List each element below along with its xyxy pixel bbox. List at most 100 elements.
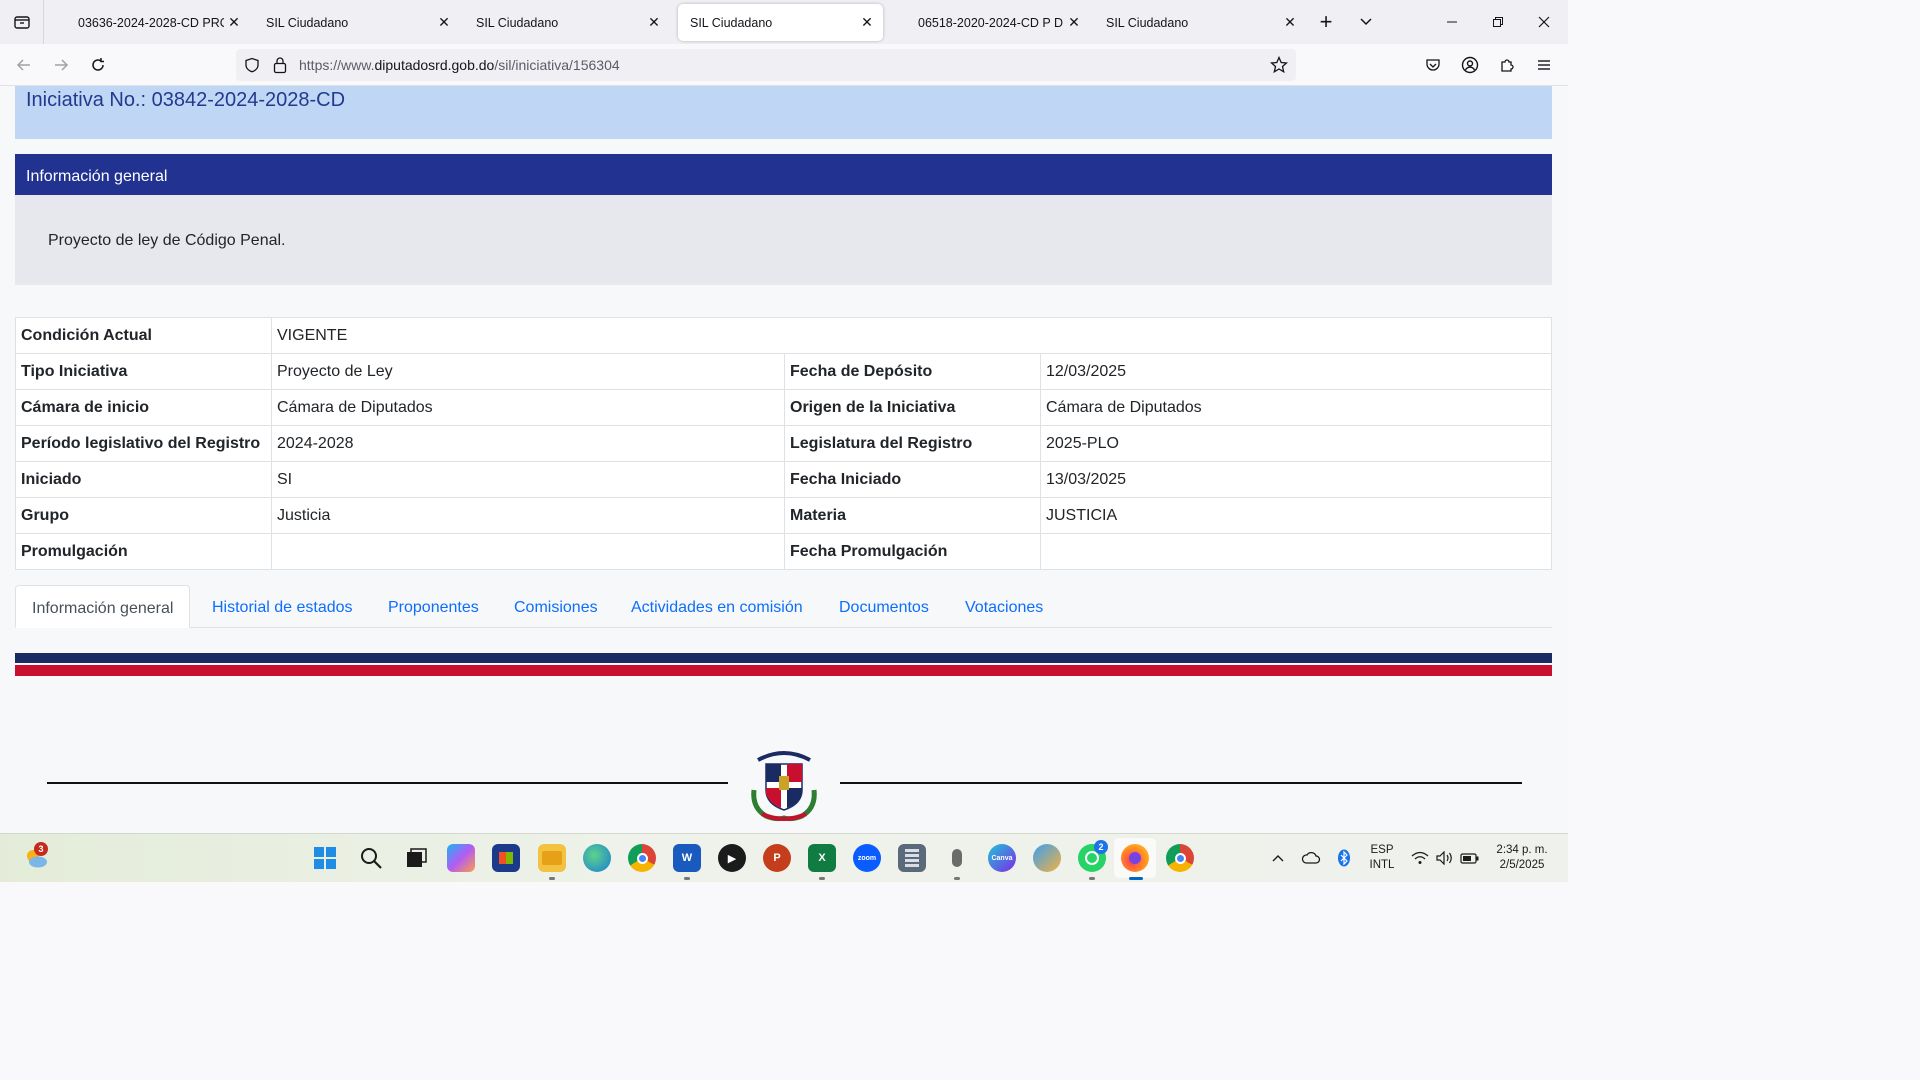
- canva-app[interactable]: Canva: [988, 844, 1016, 872]
- account-button[interactable]: [1456, 51, 1484, 79]
- onedrive-button[interactable]: [1297, 844, 1325, 872]
- running-indicator: [549, 877, 555, 880]
- show-hidden-icons-button[interactable]: [1264, 844, 1292, 872]
- edge-app[interactable]: [583, 844, 611, 872]
- chrome-app[interactable]: [628, 844, 656, 872]
- excel-app[interactable]: X: [808, 844, 836, 872]
- paint-app[interactable]: [1033, 844, 1061, 872]
- close-icon[interactable]: ✕: [644, 13, 664, 33]
- footer-divider-right: [840, 782, 1522, 784]
- clock[interactable]: 2:34 p. m. 2/5/2025: [1488, 843, 1556, 873]
- close-icon[interactable]: ✕: [224, 13, 244, 33]
- firefox-icon: [1129, 852, 1141, 864]
- star-bookmark-icon[interactable]: [1270, 56, 1288, 74]
- tab-documentos[interactable]: Documentos: [839, 585, 929, 628]
- menu-button[interactable]: [1530, 51, 1558, 79]
- chrome-profile-app[interactable]: [1166, 844, 1194, 872]
- task-view-button[interactable]: [402, 844, 430, 872]
- reload-icon: [92, 58, 104, 71]
- tab-informacion-general[interactable]: Información general: [15, 585, 191, 628]
- tab-actividades-en-comision[interactable]: Actividades en comisión: [631, 585, 803, 628]
- minimize-button[interactable]: [1429, 0, 1475, 44]
- tab-list-button[interactable]: [0, 0, 44, 44]
- browser-tab-3[interactable]: SIL Ciudadano ✕: [464, 4, 670, 41]
- file-explorer-app[interactable]: [538, 844, 566, 872]
- voice-recorder-app[interactable]: [943, 844, 971, 872]
- web-page: Iniciativa No.: 03842-2024-2028-CD Infor…: [0, 86, 1568, 833]
- close-icon[interactable]: ✕: [434, 13, 454, 33]
- browser-nav-bar: https://www.diputadosrd.gob.do/sil/inici…: [0, 44, 1568, 86]
- search-button[interactable]: [357, 844, 385, 872]
- language-primary: ESP: [1370, 844, 1394, 856]
- browser-tab-2[interactable]: SIL Ciudadano ✕: [254, 4, 460, 41]
- firefox-app[interactable]: [1121, 844, 1149, 872]
- lock-icon[interactable]: [272, 56, 288, 74]
- field-label: Fecha de Depósito: [784, 353, 1041, 390]
- media-player-app[interactable]: ▶: [718, 844, 746, 872]
- language-secondary: INTL: [1369, 859, 1395, 871]
- calculator-icon: [905, 849, 919, 867]
- network-button[interactable]: [1406, 844, 1434, 872]
- tab-comisiones[interactable]: Comisiones: [514, 585, 598, 628]
- field-value: 12/03/2025: [1040, 353, 1552, 390]
- browser-tab-5[interactable]: 06518-2020-2024-CD P DEPORTE ✕: [906, 4, 1090, 41]
- initiative-description: Proyecto de ley de Código Penal.: [48, 232, 286, 249]
- field-value: 13/03/2025: [1040, 461, 1552, 498]
- pocket-button[interactable]: [1419, 51, 1447, 79]
- close-window-button[interactable]: [1521, 0, 1567, 44]
- bluetooth-button[interactable]: [1330, 844, 1358, 872]
- zoom-app[interactable]: zoom: [853, 844, 881, 872]
- table-row: Grupo Justicia Materia JUSTICIA: [15, 497, 1552, 534]
- back-button[interactable]: [10, 51, 38, 79]
- store-app[interactable]: [492, 844, 520, 872]
- battery-button[interactable]: [1456, 844, 1484, 872]
- copilot-app[interactable]: [447, 844, 475, 872]
- clock-time: 2:34 p. m.: [1496, 844, 1548, 856]
- search-icon: [361, 848, 382, 869]
- tab-title: SIL Ciudadano: [1106, 15, 1189, 30]
- running-indicator: [819, 877, 825, 880]
- word-app[interactable]: W: [673, 844, 701, 872]
- url-path: /sil/iniciativa/156304: [494, 57, 620, 73]
- tab-list-icon: [13, 16, 30, 29]
- field-label: Iniciado: [15, 461, 272, 498]
- reload-button[interactable]: [84, 51, 112, 79]
- close-icon[interactable]: ✕: [1280, 13, 1300, 33]
- section-header-bar: Información general: [15, 154, 1552, 195]
- speaker-icon: [1436, 851, 1452, 865]
- browser-tab-1[interactable]: 03636-2024-2028-CD PROYECTO ✕: [66, 4, 250, 41]
- language-indicator[interactable]: ESP INTL: [1366, 843, 1398, 873]
- tab-proponentes[interactable]: Proponentes: [388, 585, 479, 628]
- close-icon: [1538, 16, 1550, 28]
- new-tab-button[interactable]: +: [1312, 8, 1340, 36]
- browser-tab-4-active[interactable]: SIL Ciudadano ✕: [678, 4, 883, 41]
- whatsapp-app[interactable]: 2: [1078, 840, 1108, 872]
- zoom-icon: zoom: [857, 854, 877, 862]
- volume-button[interactable]: [1431, 844, 1459, 872]
- url-host: diputadosrd.gob.do: [374, 57, 495, 73]
- forward-button[interactable]: [47, 51, 75, 79]
- chevron-up-icon: [1272, 855, 1284, 862]
- puzzle-icon: [1501, 59, 1514, 72]
- wifi-icon: [1411, 851, 1429, 864]
- close-icon[interactable]: ✕: [1064, 13, 1084, 33]
- running-indicator: [684, 877, 690, 880]
- tab-historial-de-estados[interactable]: Historial de estados: [212, 585, 353, 628]
- page-tabs: Información general Historial de estados…: [15, 585, 1552, 628]
- table-row: Tipo Iniciativa Proyecto de Ley Fecha de…: [15, 353, 1552, 390]
- url-bar[interactable]: https://www.diputadosrd.gob.do/sil/inici…: [236, 49, 1296, 81]
- powerpoint-app[interactable]: P: [763, 844, 791, 872]
- extensions-button[interactable]: [1493, 51, 1521, 79]
- weather-widget[interactable]: 3: [22, 842, 50, 872]
- url-prefix: https://www.: [299, 57, 375, 73]
- list-all-tabs-button[interactable]: [1352, 8, 1380, 36]
- start-button[interactable]: [311, 844, 339, 872]
- calculator-app[interactable]: [898, 844, 926, 872]
- plus-icon: +: [1319, 9, 1333, 34]
- footer-divider-left: [47, 782, 728, 784]
- browser-tab-6[interactable]: SIL Ciudadano ✕: [1094, 4, 1306, 41]
- close-icon[interactable]: ✕: [857, 13, 877, 33]
- url-text[interactable]: https://www.diputadosrd.gob.do/sil/inici…: [299, 57, 620, 73]
- tab-votaciones[interactable]: Votaciones: [965, 585, 1043, 628]
- restore-button[interactable]: [1475, 0, 1521, 44]
